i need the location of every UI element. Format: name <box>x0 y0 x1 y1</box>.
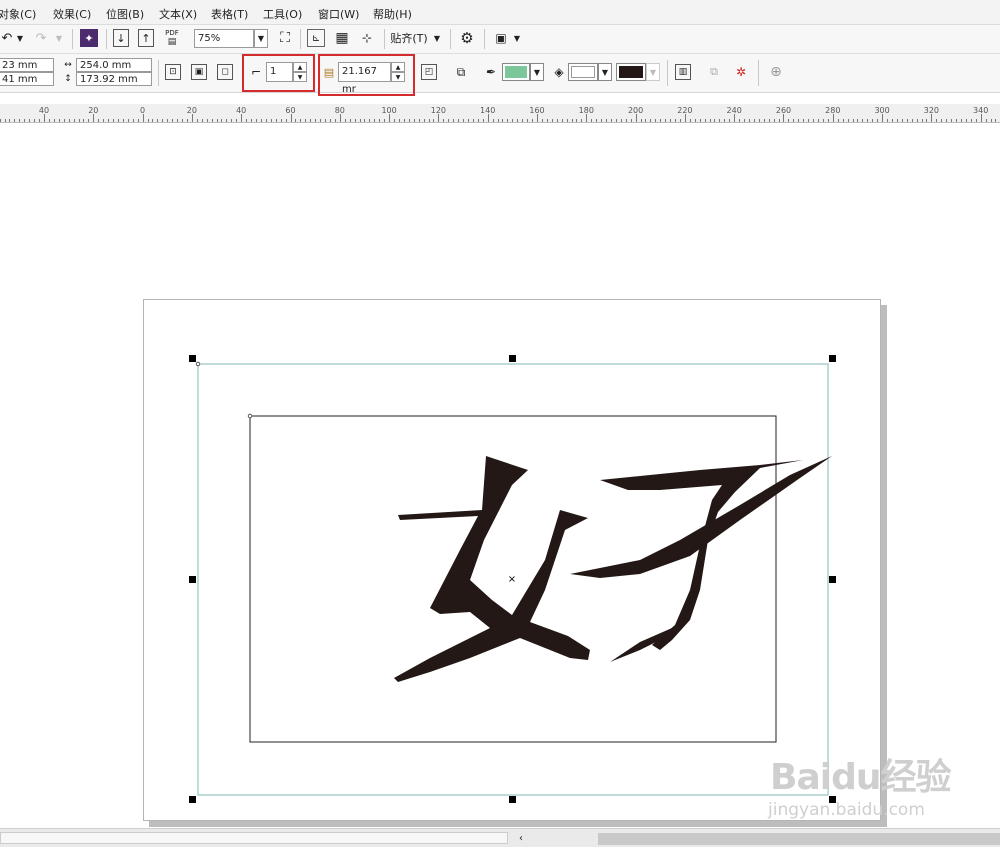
horizontal-scrollbar[interactable] <box>598 833 1000 845</box>
rectangle-node[interactable] <box>247 413 253 419</box>
handle-top-center[interactable] <box>509 355 516 362</box>
canvas-drawing: × <box>195 361 832 796</box>
contour-node[interactable] <box>195 361 201 367</box>
glyph-nu-shape[interactable] <box>394 456 590 682</box>
bottom-bar: ‹ <box>0 828 1000 847</box>
handle-bottom-left[interactable] <box>189 796 196 803</box>
handle-middle-left[interactable] <box>189 576 196 583</box>
handle-top-right[interactable] <box>829 355 836 362</box>
baidu-watermark: Baidu经验 <box>770 757 951 798</box>
glyph-zi-shape[interactable] <box>570 456 832 662</box>
handle-top-left[interactable] <box>189 355 196 362</box>
center-mark-icon: × <box>508 574 516 585</box>
baidu-watermark-url: jingyan.baidu.com <box>768 800 925 820</box>
handle-middle-right[interactable] <box>829 576 836 583</box>
handle-bottom-center[interactable] <box>509 796 516 803</box>
page-tabs-area[interactable] <box>0 832 508 844</box>
scroll-left-icon[interactable]: ‹ <box>514 831 528 845</box>
